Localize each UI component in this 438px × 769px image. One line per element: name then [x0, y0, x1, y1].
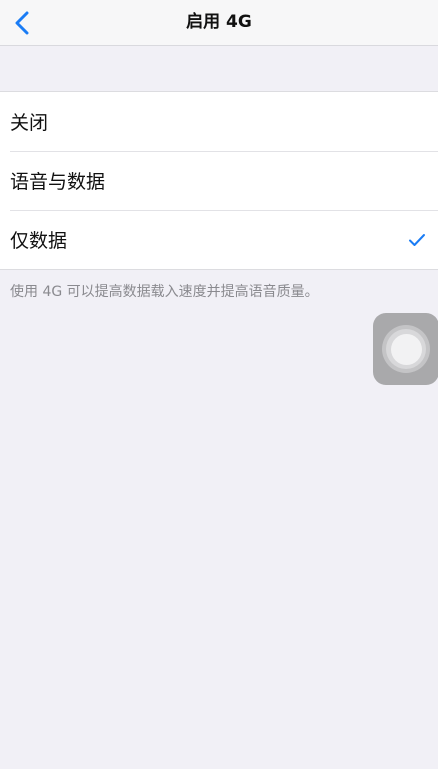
navigation-bar: 启用 4G [0, 0, 438, 46]
assistive-touch-icon [382, 325, 430, 373]
option-label: 语音与数据 [10, 171, 106, 193]
option-data-only[interactable]: 仅数据 [0, 210, 438, 269]
footnote-text: 使用 4G 可以提高数据载入速度并提高语音质量。 [10, 284, 319, 300]
chevron-left-icon [15, 11, 29, 35]
page-title: 启用 4G [186, 12, 252, 32]
checkmark-icon [409, 233, 425, 246]
option-off[interactable]: 关闭 [0, 92, 438, 151]
back-button[interactable] [0, 0, 44, 46]
assistive-touch-button[interactable] [373, 313, 438, 385]
option-label: 仅数据 [10, 230, 68, 252]
option-label: 关闭 [10, 112, 49, 134]
option-voice-and-data[interactable]: 语音与数据 [0, 151, 438, 210]
options-list: 关闭 语音与数据 仅数据 [0, 91, 438, 270]
